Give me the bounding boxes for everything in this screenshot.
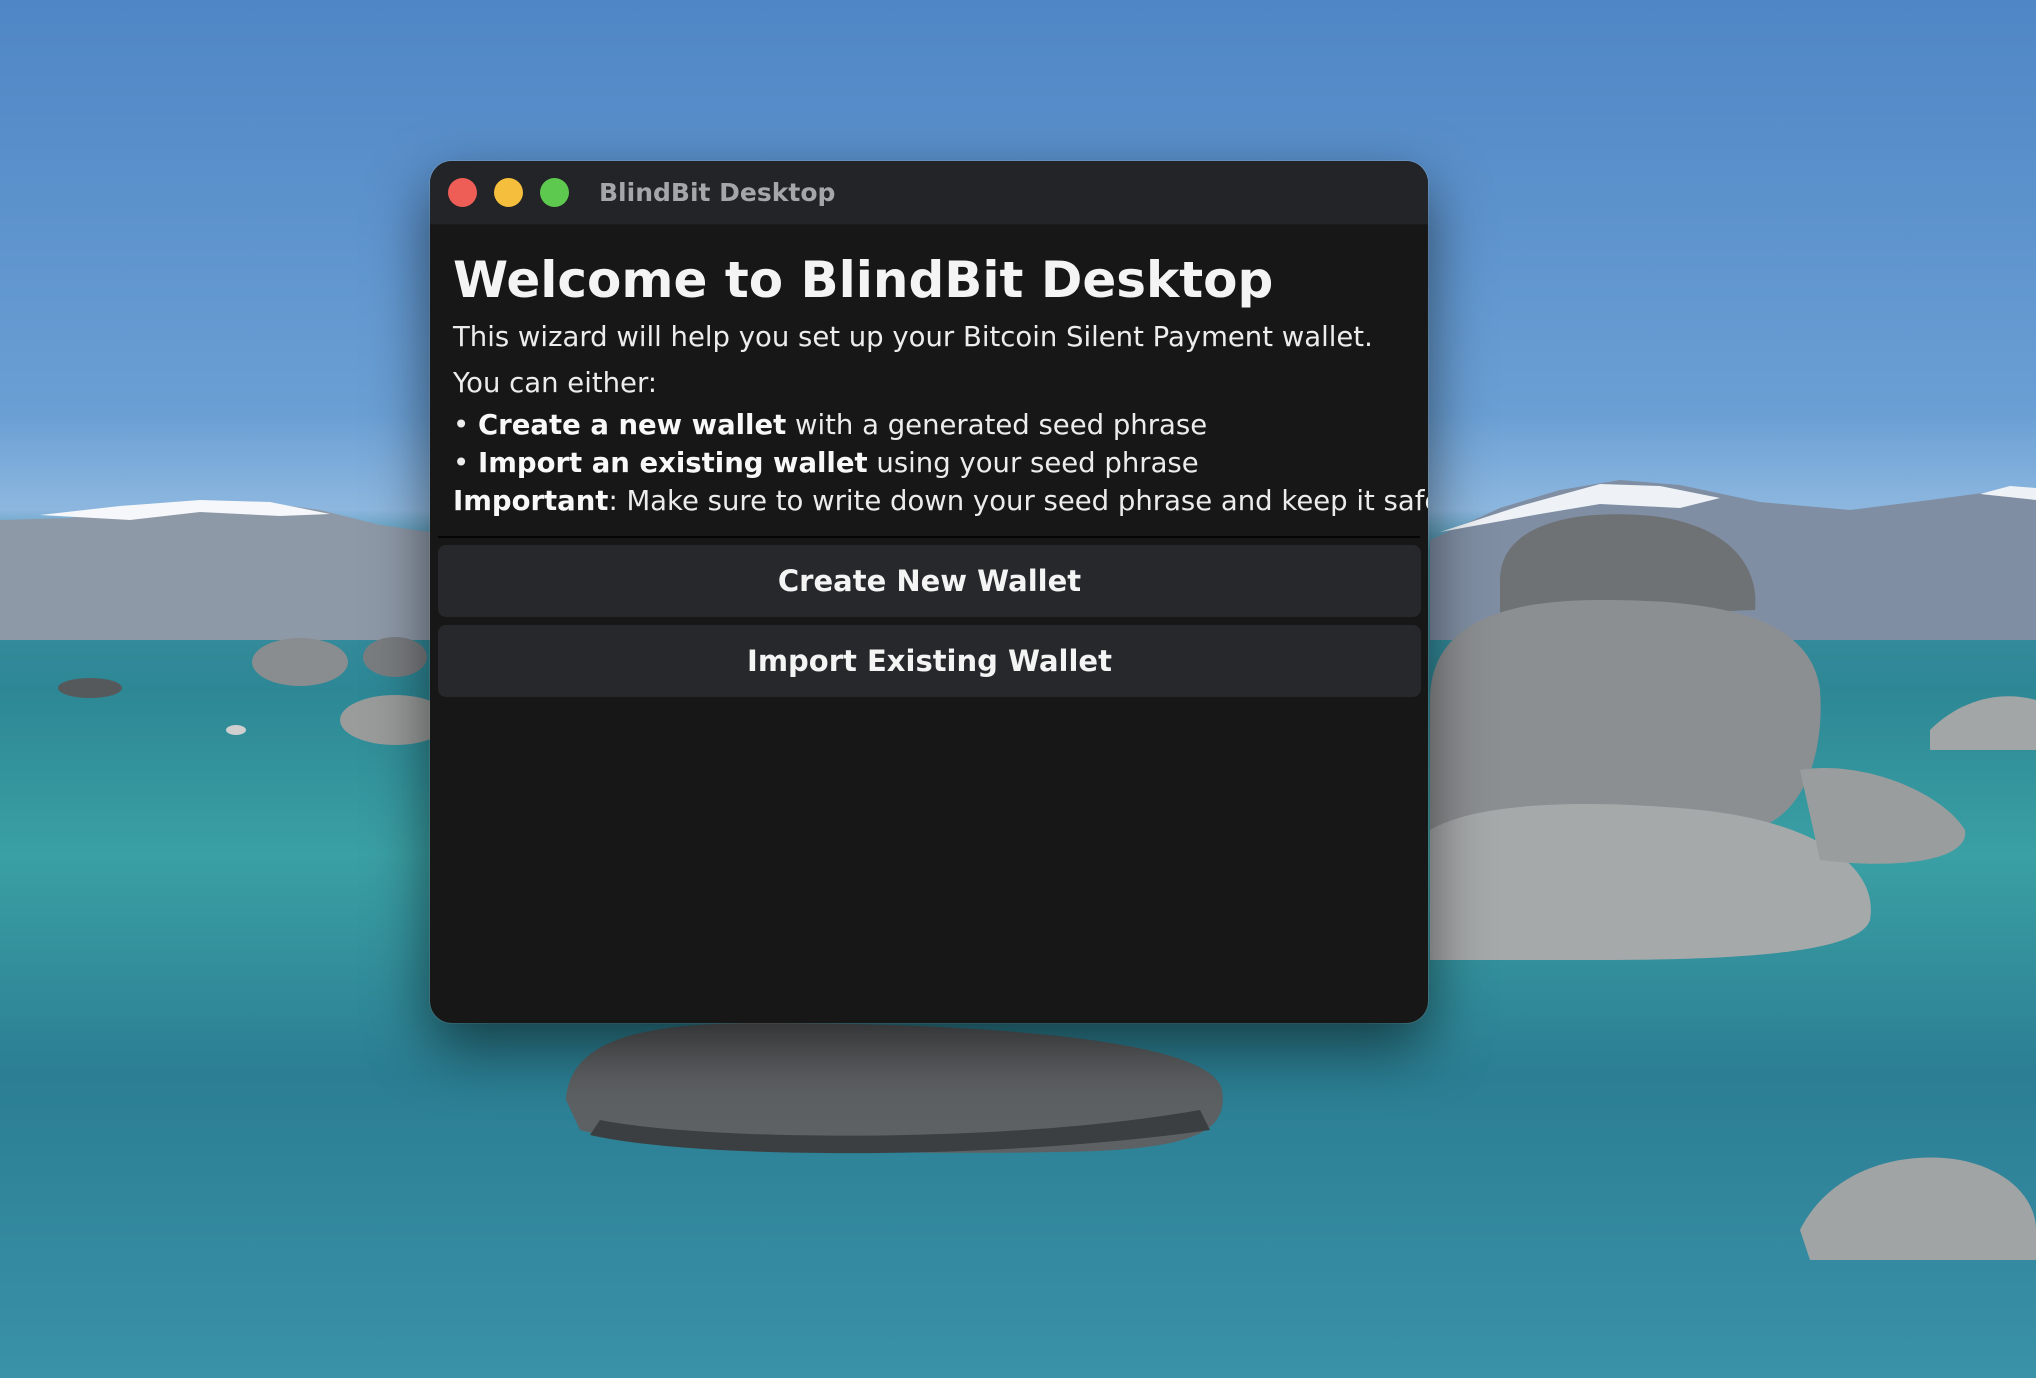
page-title: Welcome to BlindBit Desktop — [453, 251, 1274, 309]
welcome-content: Welcome to BlindBit Desktop This wizard … — [430, 225, 1428, 520]
option-import-bold: Import an existing wallet — [478, 447, 868, 479]
app-window: BlindBit Desktop Welcome to BlindBit Des… — [430, 161, 1428, 1023]
desktop-background: BlindBit Desktop Welcome to BlindBit Des… — [0, 0, 2036, 1378]
window-title: BlindBit Desktop — [599, 178, 836, 207]
list-item: Import an existing wallet using your see… — [453, 444, 1405, 482]
minimize-icon[interactable] — [494, 178, 523, 207]
import-existing-wallet-button[interactable]: Import Existing Wallet — [438, 625, 1421, 697]
important-notice: Important: Make sure to write down your … — [453, 482, 1428, 520]
window-controls — [448, 178, 569, 207]
option-create-text: with a generated seed phrase — [786, 409, 1208, 441]
close-icon[interactable] — [448, 178, 477, 207]
title-bar[interactable]: BlindBit Desktop — [430, 161, 1428, 225]
list-item: Create a new wallet with a generated see… — [453, 406, 1405, 444]
intro-text: This wizard will help you set up your Bi… — [453, 321, 1373, 353]
option-import-text: using your seed phrase — [867, 447, 1199, 479]
important-label: Important — [453, 485, 609, 517]
action-buttons: Create New Wallet Import Existing Wallet — [430, 538, 1428, 697]
options-intro-text: You can either: — [453, 367, 658, 399]
maximize-icon[interactable] — [540, 178, 569, 207]
important-text: : Make sure to write down your seed phra… — [608, 485, 1428, 517]
options-list: Create a new wallet with a generated see… — [453, 406, 1405, 482]
create-new-wallet-button[interactable]: Create New Wallet — [438, 545, 1421, 617]
option-create-bold: Create a new wallet — [478, 409, 787, 441]
